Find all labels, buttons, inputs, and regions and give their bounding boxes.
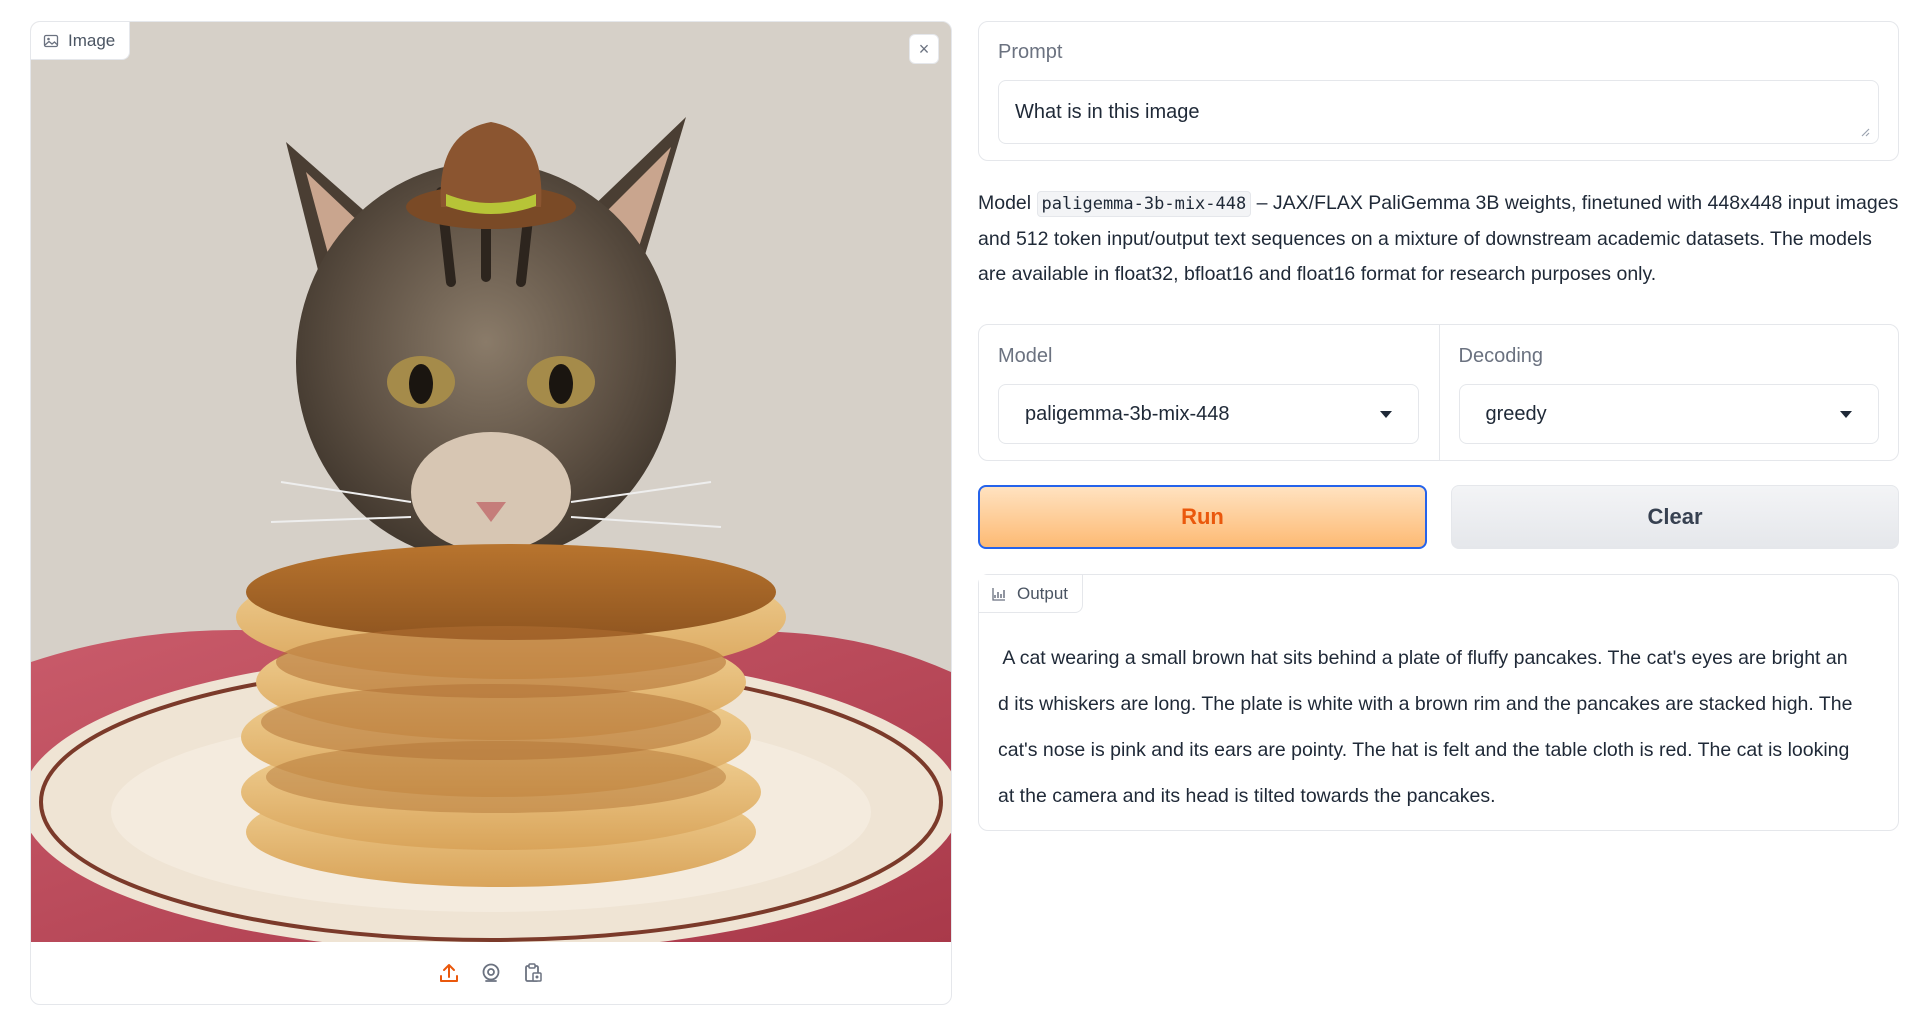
image-source-bar: [31, 942, 951, 1004]
upload-button[interactable]: [436, 960, 462, 986]
output-label-text: Output: [1017, 583, 1069, 603]
decoding-selector: Decoding greedy: [1438, 325, 1899, 460]
model-description: Model paligemma-3b-mix-448 – JAX/FLAX Pa…: [978, 186, 1899, 292]
decoding-dropdown-value: greedy: [1485, 402, 1547, 425]
image-label-tab: Image: [31, 22, 131, 60]
clear-image-button[interactable]: ×: [909, 34, 939, 64]
prompt-label: Prompt: [998, 41, 1063, 63]
webcam-icon: [482, 963, 500, 982]
uploaded-image: [31, 22, 951, 942]
prompt-block: Prompt What is in this image: [978, 21, 1899, 161]
clipboard-icon: [525, 963, 542, 982]
image-input-panel: Image ×: [30, 21, 952, 1005]
webcam-button[interactable]: [478, 960, 504, 986]
decoding-label: Decoding: [1458, 345, 1544, 367]
model-dropdown-value: paligemma-3b-mix-448: [1025, 402, 1230, 425]
resize-grip-icon[interactable]: [1858, 125, 1870, 137]
clear-button[interactable]: Clear: [1451, 485, 1899, 549]
output-block: Output A cat wearing a small brown hat s…: [978, 574, 1899, 831]
cat-pancakes-photo: [31, 22, 951, 942]
selectors-row: Model paligemma-3b-mix-448 Decoding gree…: [978, 324, 1899, 461]
prompt-textarea[interactable]: What is in this image: [998, 80, 1879, 144]
chart-icon: [992, 587, 1005, 601]
description-prefix: Model: [978, 192, 1037, 214]
model-dropdown[interactable]: paligemma-3b-mix-448: [998, 384, 1419, 444]
output-line: A cat wearing a small brown hat sits beh…: [998, 647, 1848, 669]
output-line: d its whiskers are long. The plate is wh…: [998, 693, 1853, 715]
model-code: paligemma-3b-mix-448: [1036, 191, 1252, 217]
output-label-tab: Output: [979, 575, 1084, 613]
model-selector: Model paligemma-3b-mix-448: [979, 325, 1439, 460]
chevron-down-icon: [1380, 410, 1392, 418]
upload-icon: [440, 964, 458, 982]
image-label-text: Image: [68, 30, 116, 50]
decoding-dropdown[interactable]: greedy: [1458, 384, 1879, 444]
output-line: cat's nose is pink and its ears are poin…: [998, 739, 1850, 761]
paste-clipboard-button[interactable]: [520, 960, 546, 986]
output-line: at the camera and its head is tilted tow…: [998, 785, 1496, 807]
close-icon: ×: [918, 38, 930, 59]
image-icon: [43, 33, 59, 49]
output-text: A cat wearing a small brown hat sits beh…: [998, 635, 1881, 819]
model-label: Model: [998, 345, 1053, 367]
prompt-value: What is in this image: [1015, 100, 1200, 123]
app-page: Image × Prompt What is in this image Mod…: [0, 0, 1920, 1016]
run-button[interactable]: Run: [978, 485, 1427, 549]
chevron-down-icon: [1839, 410, 1852, 418]
